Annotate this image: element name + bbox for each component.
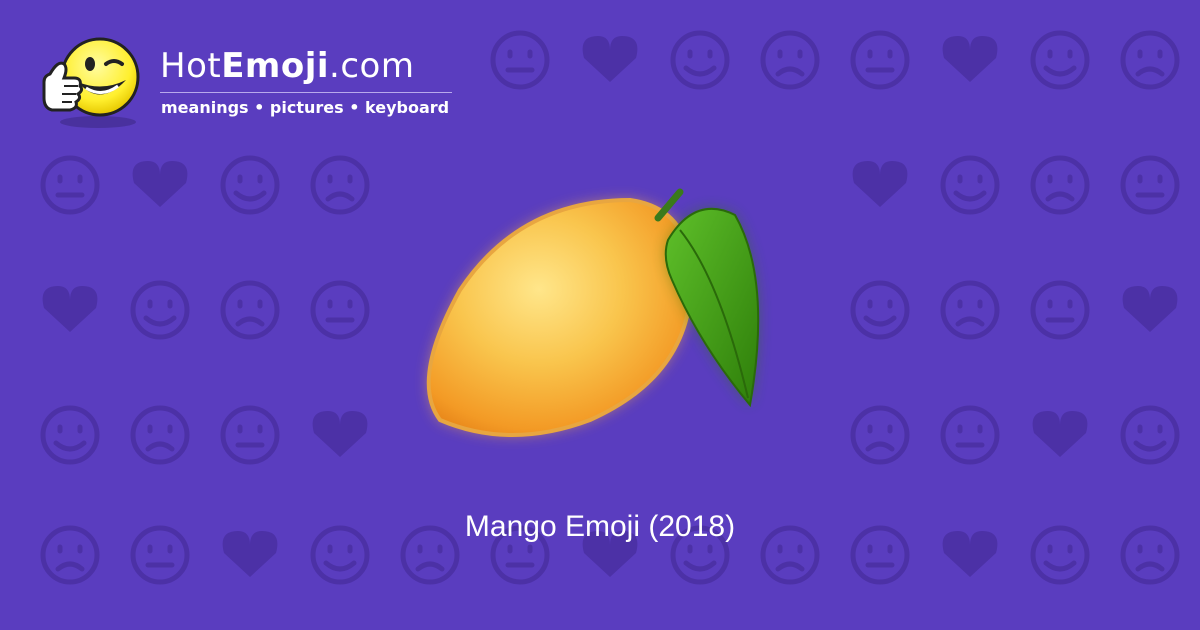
face-pattern-icon xyxy=(1030,155,1090,215)
site-name: HotEmoji.com xyxy=(160,46,415,86)
face-pattern-icon xyxy=(940,405,1000,465)
face-pattern-icon xyxy=(760,30,820,90)
face-pattern-icon xyxy=(130,280,190,340)
face-pattern-icon xyxy=(490,30,550,90)
mango-icon xyxy=(426,188,760,437)
site-tagline: meanings • pictures • keyboard xyxy=(161,98,450,117)
heart-pattern-icon xyxy=(582,36,638,82)
face-pattern-icon xyxy=(220,405,280,465)
site-logo[interactable]: HotEmoji.com meanings • pictures • keybo… xyxy=(40,34,470,134)
thumbs-up-winking-face-icon xyxy=(42,37,140,128)
face-pattern-icon xyxy=(130,405,190,465)
heart-pattern-icon xyxy=(42,286,98,332)
logo-divider xyxy=(160,92,452,93)
face-pattern-icon xyxy=(850,280,910,340)
face-pattern-icon xyxy=(670,30,730,90)
face-pattern-icon xyxy=(310,280,370,340)
heart-pattern-icon xyxy=(312,411,368,457)
face-pattern-icon xyxy=(940,280,1000,340)
face-pattern-icon xyxy=(850,30,910,90)
heart-pattern-icon xyxy=(1032,411,1088,457)
face-pattern-icon xyxy=(1120,405,1180,465)
face-pattern-icon xyxy=(1120,155,1180,215)
heart-pattern-icon xyxy=(942,36,998,82)
face-pattern-icon xyxy=(310,155,370,215)
face-pattern-icon xyxy=(220,280,280,340)
face-pattern-icon xyxy=(940,155,1000,215)
heart-pattern-icon xyxy=(1122,286,1178,332)
heart-pattern-icon xyxy=(132,161,188,207)
face-pattern-icon xyxy=(220,155,280,215)
face-pattern-icon xyxy=(1030,30,1090,90)
emoji-caption: Mango Emoji (2018) xyxy=(464,510,736,543)
face-pattern-icon xyxy=(40,155,100,215)
face-pattern-icon xyxy=(40,405,100,465)
face-pattern-icon xyxy=(850,405,910,465)
face-pattern-icon xyxy=(1030,280,1090,340)
heart-pattern-icon xyxy=(852,161,908,207)
face-pattern-icon xyxy=(1120,30,1180,90)
